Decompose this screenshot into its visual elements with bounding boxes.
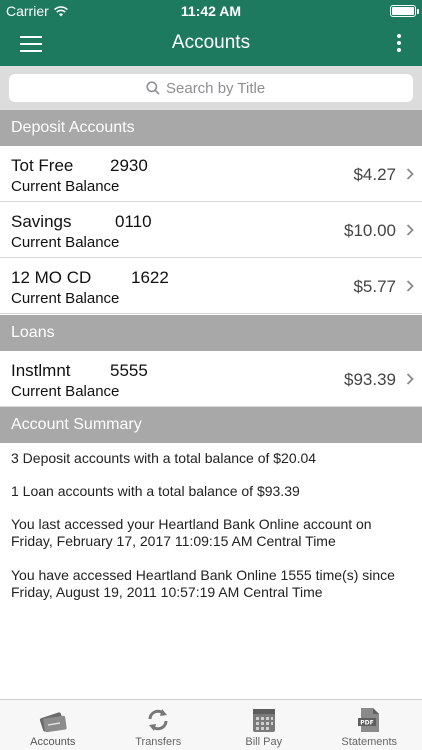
chevron-right-icon: [406, 224, 414, 236]
tab-bar: Accounts Transfers Bill Pay PDF Statemen…: [0, 699, 422, 750]
search-input[interactable]: [166, 79, 276, 97]
chevron-right-icon: [406, 373, 414, 385]
pdf-icon: PDF: [358, 708, 380, 732]
tab-label: Statements: [341, 736, 398, 748]
tab-transfers[interactable]: Transfers: [106, 700, 212, 750]
account-row-12-mo-cd[interactable]: 12 MO CD 1622 Current Balance $5.77: [0, 258, 422, 314]
accounts-icon: [39, 712, 67, 733]
page-title: Accounts: [171, 32, 251, 53]
account-number: 5555: [110, 361, 148, 380]
account-balance: $5.77: [353, 277, 396, 296]
search-icon: [146, 81, 160, 95]
account-balance: $10.00: [344, 221, 396, 240]
section-header-summary: Account Summary: [0, 407, 422, 443]
status-time: 11:42 AM: [180, 3, 242, 19]
battery-icon: [390, 5, 419, 17]
search-bar: [0, 66, 422, 110]
calendar-icon: [252, 709, 275, 732]
summary-loan-line: 1 Loan accounts with a total balance of …: [11, 483, 300, 499]
tab-label: Transfers: [135, 736, 182, 748]
summary-last-access: You last accessed your Heartland Bank On…: [11, 516, 372, 549]
chevron-right-icon: [406, 280, 414, 292]
account-balance: $93.39: [344, 370, 396, 389]
summary-deposit-line: 3 Deposit accounts with a total balance …: [11, 450, 317, 466]
account-row-savings[interactable]: Savings 0110 Current Balance $10.00: [0, 202, 422, 258]
account-number: 0110: [115, 212, 152, 231]
search-field[interactable]: [9, 74, 413, 102]
account-subtitle: Current Balance: [11, 290, 120, 307]
section-header-loans: Loans: [0, 315, 422, 351]
account-number: 1622: [131, 268, 169, 287]
tab-bill-pay[interactable]: Bill Pay: [211, 700, 317, 750]
account-row-tot-free[interactable]: Tot Free 2930 Current Balance $4.27: [0, 146, 422, 202]
section-header-deposit: Deposit Accounts: [0, 110, 422, 146]
account-subtitle: Current Balance: [11, 383, 120, 400]
account-row-instlmnt[interactable]: Instlmnt 5555 Current Balance $93.39: [0, 351, 422, 407]
svg-text:PDF: PDF: [361, 720, 374, 727]
account-name: Savings: [11, 212, 72, 231]
account-name: Instlmnt: [11, 361, 71, 380]
tab-statements[interactable]: PDF Statements: [317, 700, 422, 750]
tab-label: Bill Pay: [245, 736, 283, 748]
more-options-icon[interactable]: [396, 34, 402, 54]
account-subtitle: Current Balance: [11, 234, 120, 251]
summary-access-count: You have accessed Heartland Bank Online …: [11, 567, 395, 600]
account-subtitle: Current Balance: [11, 178, 120, 195]
status-bar: Carrier 11:42 AM: [0, 0, 422, 22]
nav-bar: Accounts: [0, 22, 422, 66]
chevron-right-icon: [406, 168, 414, 180]
account-number: 2930: [110, 156, 148, 175]
transfers-icon: [148, 709, 168, 731]
account-name: Tot Free: [11, 156, 74, 175]
tab-label: Accounts: [30, 736, 76, 748]
tab-accounts[interactable]: Accounts: [0, 700, 106, 750]
account-balance: $4.27: [353, 165, 396, 184]
account-name: 12 MO CD: [11, 268, 92, 287]
